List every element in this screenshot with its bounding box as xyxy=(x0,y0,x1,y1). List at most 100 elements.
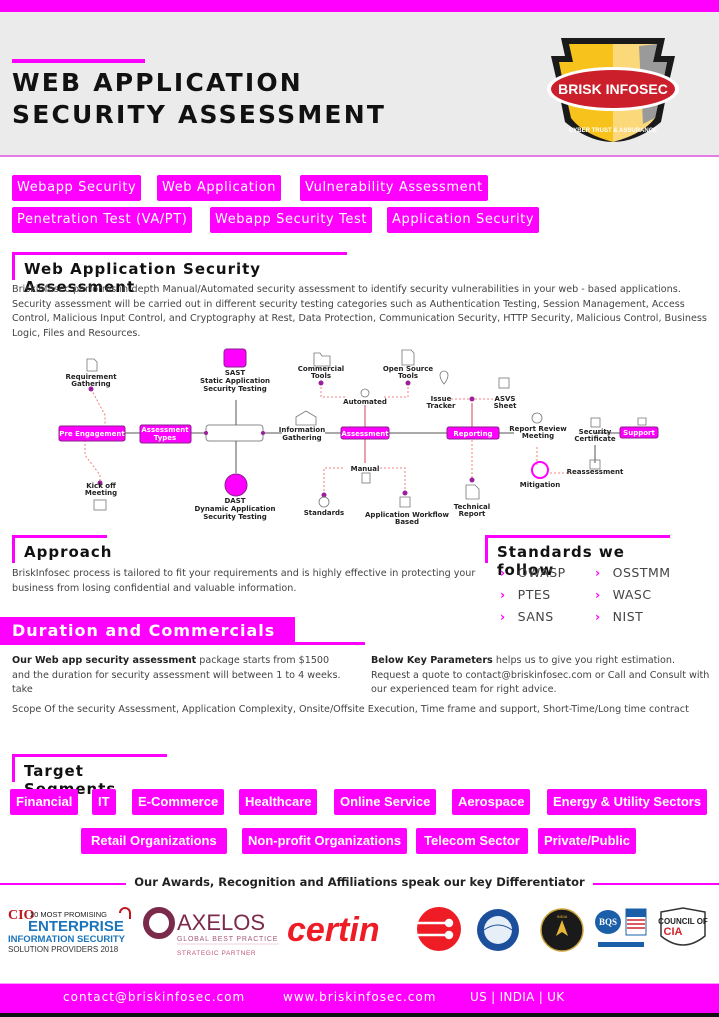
svg-text:Sheet: Sheet xyxy=(494,402,518,410)
duration-heading: Duration and Commercials xyxy=(0,617,295,645)
footer-bottom-bar xyxy=(0,1013,719,1017)
svg-text:Meeting: Meeting xyxy=(85,489,117,497)
logo-text: BRISK INFOSEC xyxy=(558,81,668,97)
intro-body: Briskinfosec performs in-depth Manual/Au… xyxy=(12,284,707,339)
top-accent-bar xyxy=(0,0,719,12)
title-line-1: WEB APPLICATION xyxy=(12,68,303,97)
svg-text:Tools: Tools xyxy=(398,372,418,380)
svg-text:Gathering: Gathering xyxy=(71,380,110,388)
svg-text:Assessment: Assessment xyxy=(141,426,189,434)
approach-heading: Approach xyxy=(12,535,111,563)
page-header: WEB APPLICATION SECURITY ASSESSMENT BRIS… xyxy=(0,12,719,157)
segment-private-public: Private/Public xyxy=(538,828,636,854)
tag-web-application: Web Application xyxy=(157,175,282,201)
support-icon xyxy=(637,417,647,426)
tag-webapp-security-test: Webapp Security Test xyxy=(210,207,373,233)
standard-item: › OWASP xyxy=(500,565,566,580)
manual-doc-icon xyxy=(361,472,371,484)
svg-text:Tracker: Tracker xyxy=(427,402,457,410)
standard-item: › NIST xyxy=(595,609,644,624)
certificate-icon xyxy=(590,417,601,428)
chevron-right-icon: › xyxy=(595,565,601,580)
svg-text:certin: certin xyxy=(287,911,380,949)
svg-text:BQS: BQS xyxy=(599,917,617,927)
code-file-icon xyxy=(401,349,415,366)
segment-financial: Financial xyxy=(10,789,79,815)
svg-text:Static Application: Static Application xyxy=(200,377,270,385)
intro-heading: Web Application Security Assessment xyxy=(12,252,347,296)
cio-review-award-logo: CIO 20 MOST PROMISING ENTERPRISE INFORMA… xyxy=(8,907,131,954)
brisk-infosec-logo: BRISK INFOSEC CYBER TRUST & ASSURANCE xyxy=(547,38,679,142)
axelos-logo: AXELOS GLOBAL BEST PRACTICE STRATEGIC PA… xyxy=(143,907,279,957)
tag-vulnerability-assessment: Vulnerability Assessment xyxy=(300,175,488,201)
page-title: WEB APPLICATION SECURITY ASSESSMENT xyxy=(12,67,386,131)
segment-telecom: Telecom Sector xyxy=(416,828,528,854)
duration-right-text: Below Key Parameters helps us to give yo… xyxy=(371,655,710,695)
svg-text:AXELOS: AXELOS xyxy=(177,910,265,935)
council-of-cia-logo: COUNCIL OF CIA xyxy=(658,907,708,946)
svg-text:Reporting: Reporting xyxy=(453,430,492,438)
india-book-of-records-logo: INDIA xyxy=(540,908,584,952)
tag-application-security: Application Security xyxy=(387,207,540,233)
tag-penetration-test: Penetration Test (VA/PT) xyxy=(12,207,193,233)
approach-body: BriskInfosec process is tailored to fit … xyxy=(12,568,476,594)
segments-heading: Target Segments xyxy=(12,754,167,798)
svg-text:Assessment: Assessment xyxy=(341,430,389,438)
segment-aerospace: Aerospace xyxy=(452,789,531,815)
duration-accent-line xyxy=(295,642,365,645)
awards-heading: Our Awards, Recognition and Affiliations… xyxy=(0,875,719,889)
segment-nonprofit: Non-profit Organizations xyxy=(242,828,408,854)
chevron-right-icon: › xyxy=(500,565,506,580)
gear-icon xyxy=(360,388,370,398)
logo-tagline: CYBER TRUST & ASSURANCE xyxy=(569,128,657,134)
title-line-2: SECURITY ASSESSMENT xyxy=(12,100,387,129)
chevron-right-icon: › xyxy=(500,609,506,624)
svg-text:STRATEGIC PARTNER: STRATEGIC PARTNER xyxy=(177,950,256,957)
svg-text:Meeting: Meeting xyxy=(522,432,554,440)
chevron-right-icon: › xyxy=(595,609,601,624)
svg-text:Mitigation: Mitigation xyxy=(520,481,560,489)
duration-left-text: Our Web app security assessment package … xyxy=(12,655,341,695)
process-diagram: Pre Engagement Assessment Types Assessme… xyxy=(58,348,659,526)
svg-text:INDIA: INDIA xyxy=(557,914,568,919)
standard-item: › WASC xyxy=(595,587,652,602)
svg-text:Based: Based xyxy=(395,518,419,526)
certin-logo: certin xyxy=(287,907,461,951)
title-accent-line xyxy=(12,59,145,63)
svg-text:Tools: Tools xyxy=(311,372,331,380)
svg-text:Report: Report xyxy=(459,510,486,518)
standard-item: › OSSTMM xyxy=(595,565,671,580)
svg-text:Security Testing: Security Testing xyxy=(203,513,267,521)
svg-text:Information: Information xyxy=(279,426,325,434)
tag-webapp-security: Webapp Security xyxy=(12,175,142,201)
chevron-right-icon: › xyxy=(595,587,601,602)
segment-online-service: Online Service xyxy=(334,789,437,815)
document-icon xyxy=(86,358,98,372)
sheet-icon xyxy=(498,377,510,389)
standards-icon xyxy=(318,496,330,508)
svg-text:INFORMATION SECURITY: INFORMATION SECURITY xyxy=(8,934,126,945)
svg-text:GLOBAL BEST PRACTICE: GLOBAL BEST PRACTICE xyxy=(177,936,278,943)
inbox-icon xyxy=(295,410,317,426)
bqs-certification-logo: BQS xyxy=(595,908,647,947)
team-icon xyxy=(531,412,543,424)
segment-energy-utility: Energy & Utility Sectors xyxy=(547,789,708,815)
svg-text:Standards: Standards xyxy=(304,509,344,517)
svg-text:COUNCIL OF: COUNCIL OF xyxy=(658,917,708,926)
calendar-icon xyxy=(93,499,107,511)
workflow-icon xyxy=(399,496,411,508)
mitigation-icon xyxy=(531,461,549,479)
svg-text:Pre Engagement: Pre Engagement xyxy=(59,430,125,438)
svg-text:Security Testing: Security Testing xyxy=(203,385,267,393)
svg-text:Reassessment: Reassessment xyxy=(567,468,624,476)
svg-text:Support: Support xyxy=(623,429,655,437)
duration-scope: Scope Of the security Assessment, Applic… xyxy=(12,704,689,715)
svg-text:DAST: DAST xyxy=(224,497,245,505)
svg-text:CIA: CIA xyxy=(664,926,683,938)
footer-website-link[interactable]: www.briskinfosec.com xyxy=(283,990,436,1004)
standards-heading: Standards we follow xyxy=(485,535,670,579)
cyber-center-badge-logo xyxy=(477,909,519,951)
svg-text:Manual: Manual xyxy=(351,465,380,473)
footer-email-link[interactable]: contact@briskinfosec.com xyxy=(63,990,245,1004)
segment-retail: Retail Organizations xyxy=(81,828,227,854)
